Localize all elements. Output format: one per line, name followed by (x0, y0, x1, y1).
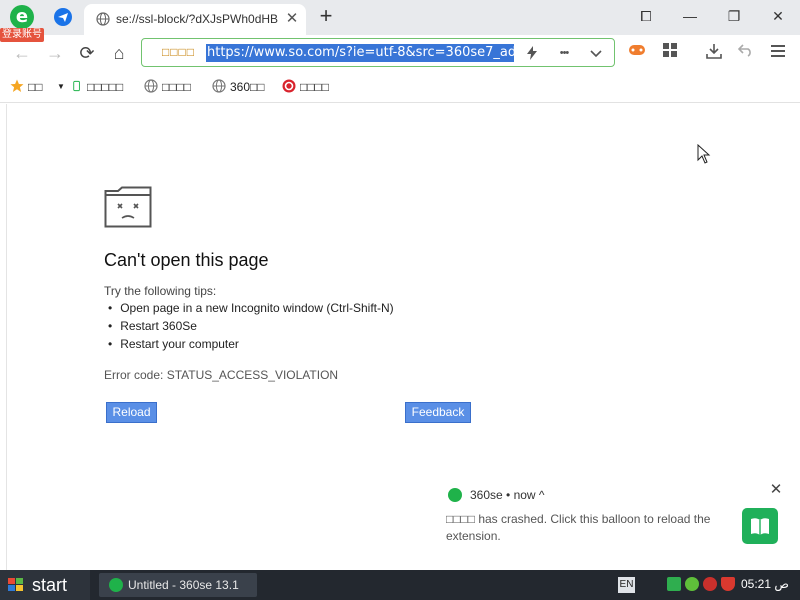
active-tab[interactable]: se://ssl-block/?dXJsPWh0dHBzJTNB ✕ (84, 4, 306, 35)
more-icon[interactable]: ••• (554, 43, 574, 63)
bookmarks-bar: □□ ▼ □□□□□ □□□□ 360□□ □□□□ (0, 71, 800, 103)
restore-button[interactable]: ❐ (720, 4, 748, 28)
sad-folder-icon (104, 186, 152, 228)
windows-flag-icon (8, 578, 23, 591)
login-badge[interactable]: 登录账号 (0, 28, 44, 42)
taskbar-task-360se[interactable]: Untitled - 360se 13.1 (99, 573, 257, 597)
new-tab-button[interactable]: + (315, 5, 337, 27)
tip-item: Restart 360Se (108, 319, 197, 333)
tab-strip: e se://ssl-block/?dXJsPWh0dHBzJTNB ✕ + ⧠… (0, 0, 800, 35)
bookmark-site-game[interactable]: □□□□ (282, 79, 329, 95)
bookmark-label: □□□□ (162, 80, 191, 94)
360se-icon (448, 488, 462, 502)
home-button[interactable]: ⌂ (107, 41, 131, 65)
bookmark-mobile[interactable]: □□□□□ (73, 79, 123, 95)
feedback-button[interactable]: Feedback (405, 402, 471, 423)
error-title: Can't open this page (104, 250, 269, 270)
address-bar[interactable]: □□□□ https://www.so.com/s?ie=utf-8&src=3… (141, 38, 615, 67)
reload-page-button[interactable]: Reload (106, 402, 157, 423)
notification-message[interactable]: □□□□ has crashed. Click this balloon to … (446, 511, 738, 545)
reload-button[interactable]: ⟳ (75, 41, 99, 65)
tips-heading: Try the following tips: (104, 284, 217, 298)
globe-icon (212, 79, 226, 93)
tray-network-icon[interactable] (667, 577, 681, 591)
start-button[interactable]: start (0, 570, 90, 600)
close-window-button[interactable]: ✕ (764, 4, 792, 28)
start-label: start (32, 575, 68, 595)
tab-close-button[interactable]: ✕ (284, 10, 300, 28)
g-logo-icon (282, 79, 296, 93)
chevron-down-icon[interactable] (586, 43, 606, 63)
tab-title: se://ssl-block/?dXJsPWh0dHBzJTNB (116, 12, 278, 26)
forward-button[interactable]: → (43, 41, 67, 65)
game-icon[interactable] (626, 43, 648, 63)
language-indicator[interactable]: EN (618, 577, 635, 593)
skin-button[interactable]: ⧠ (632, 4, 660, 28)
bookmarks-dropdown-icon[interactable]: ▼ (57, 79, 65, 95)
bookmark-favorites[interactable]: □□ (10, 79, 43, 95)
bookmark-label: 360□□ (230, 80, 265, 94)
error-code: Error code: STATUS_ACCESS_VIOLATION (104, 368, 339, 382)
download-icon[interactable] (703, 43, 725, 63)
mouse-cursor-icon (697, 144, 711, 164)
tip-item: Restart your computer (108, 337, 239, 351)
notification-close-button[interactable]: ✕ (768, 482, 784, 498)
tray-security-icon[interactable] (685, 577, 699, 591)
back-button[interactable]: ← (10, 41, 34, 65)
bookmark-site-1[interactable]: □□□□ (144, 79, 191, 95)
apps-grid-icon[interactable] (659, 43, 681, 63)
browser-logo-icon: e (10, 5, 34, 29)
crash-notification[interactable]: 360se • now ^ □□□□ has crashed. Click th… (438, 478, 800, 570)
phone-icon (73, 80, 80, 92)
globe-icon (144, 79, 158, 93)
tip-item: Open page in a new Incognito window (Ctr… (108, 301, 393, 315)
bookmark-site-360[interactable]: 360□□ (212, 79, 265, 95)
undo-icon[interactable] (735, 43, 757, 63)
taskbar: start Untitled - 360se 13.1 EN 05:21 ص (0, 570, 800, 600)
toolbar: ← → ⟳ ⌂ □□□□ https://www.so.com/s?ie=utf… (0, 35, 800, 71)
url-input[interactable]: https://www.so.com/s?ie=utf-8&src=360se7… (206, 44, 514, 62)
360se-icon (109, 578, 123, 592)
bookmark-label: □□ (28, 80, 43, 94)
minimize-button[interactable]: — (676, 4, 704, 28)
security-label[interactable]: □□□□ (162, 45, 195, 59)
book-icon (742, 508, 778, 544)
telegram-icon[interactable] (54, 8, 72, 26)
bookmark-label: □□□□□ (87, 80, 124, 94)
bookmark-label: □□□□ (300, 80, 329, 94)
tray-alert-icon[interactable] (703, 577, 717, 591)
notification-app-line: 360se • now ^ (470, 488, 545, 502)
star-icon (10, 79, 24, 92)
menu-icon[interactable] (767, 43, 789, 63)
tray-shield-icon[interactable] (721, 577, 735, 591)
globe-icon (96, 12, 110, 26)
clock: 05:21 ص (741, 577, 789, 591)
task-label: Untitled - 360se 13.1 (128, 578, 239, 592)
lightning-icon[interactable] (522, 43, 542, 63)
